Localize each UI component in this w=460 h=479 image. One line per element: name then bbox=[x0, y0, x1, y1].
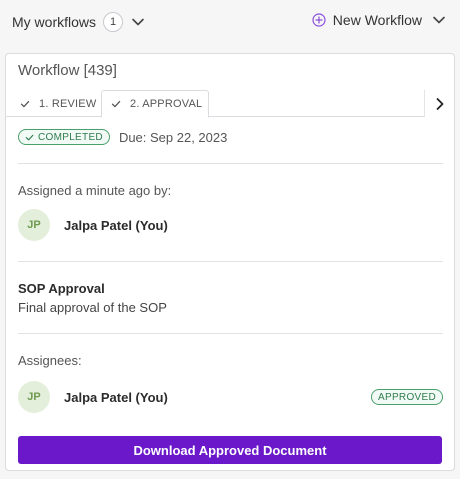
check-icon bbox=[25, 134, 34, 140]
check-icon bbox=[20, 100, 30, 107]
avatar: JP bbox=[18, 381, 50, 413]
my-workflows-label: My workflows bbox=[12, 14, 97, 30]
plus-circle-icon bbox=[312, 13, 326, 27]
status-row: COMPLETED Due: Sep 22, 2023 bbox=[18, 129, 227, 145]
assignee-row: JP Jalpa Patel (You) APPROVED bbox=[18, 381, 443, 413]
new-workflow-label: New Workflow bbox=[332, 12, 422, 28]
divider bbox=[18, 261, 443, 262]
task-description: Final approval of the SOP bbox=[18, 300, 167, 315]
my-workflows-dropdown[interactable]: My workflows 1 bbox=[12, 12, 145, 32]
check-icon bbox=[111, 100, 121, 108]
assignee-name: Jalpa Patel (You) bbox=[64, 389, 168, 405]
due-date: Due: Sep 22, 2023 bbox=[118, 129, 228, 145]
tab-approval[interactable]: 2. APPROVAL bbox=[101, 90, 209, 118]
avatar: JP bbox=[18, 209, 50, 241]
tab-label: 1. REVIEW bbox=[39, 97, 97, 110]
tabs-scroll-right-button[interactable] bbox=[424, 90, 454, 117]
chevron-right-icon bbox=[436, 97, 444, 110]
assigned-by-label: Assigned a minute ago by: bbox=[18, 183, 172, 198]
status-text: COMPLETED bbox=[38, 131, 103, 143]
tab-review[interactable]: 1. REVIEW bbox=[20, 90, 102, 117]
workflow-count-badge: 1 bbox=[103, 12, 124, 32]
assigner-name: Jalpa Patel (You) bbox=[64, 217, 168, 233]
divider bbox=[18, 163, 443, 164]
workflow-card: Workflow [439] 1. REVIEW 2. APPROVAL COM… bbox=[5, 53, 455, 471]
status-badge: COMPLETED bbox=[18, 129, 110, 145]
task-title: SOP Approval bbox=[18, 281, 105, 296]
assignees-label: Assignees: bbox=[18, 353, 82, 368]
top-bar: My workflows 1 New Workflow bbox=[0, 0, 460, 46]
chevron-down-icon bbox=[433, 16, 445, 24]
workflow-step-tabs: 1. REVIEW 2. APPROVAL bbox=[6, 90, 424, 118]
new-workflow-button[interactable]: New Workflow bbox=[312, 12, 446, 28]
divider bbox=[18, 333, 443, 334]
assigner: JP Jalpa Patel (You) bbox=[18, 209, 443, 241]
download-approved-document-button[interactable]: Download Approved Document bbox=[18, 436, 442, 464]
tab-label: 2. APPROVAL bbox=[130, 98, 203, 110]
approval-status-badge: APPROVED bbox=[371, 389, 443, 405]
chevron-down-icon bbox=[132, 18, 144, 26]
workflow-title: Workflow [439] bbox=[18, 62, 117, 79]
